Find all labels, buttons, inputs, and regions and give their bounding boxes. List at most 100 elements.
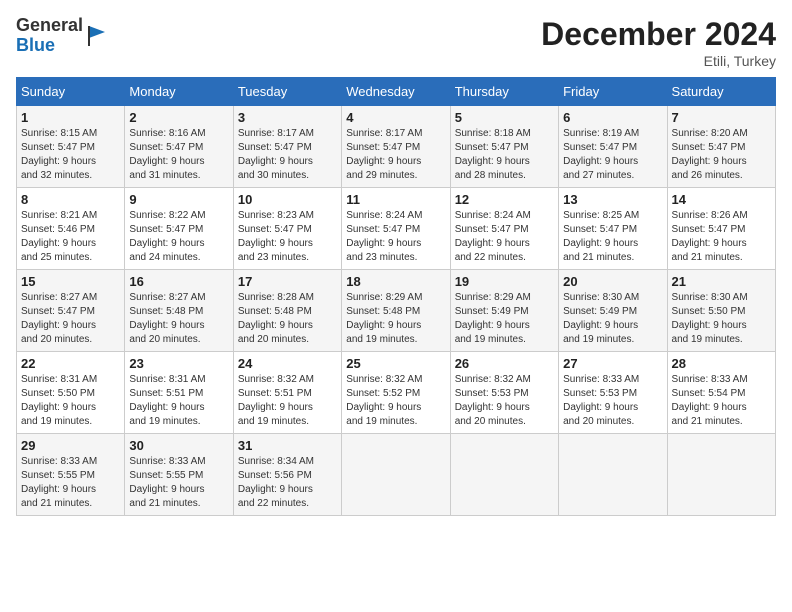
day-info: Sunrise: 8:22 AMSunset: 5:47 PMDaylight:…	[129, 209, 228, 265]
calendar-day-cell: 31Sunrise: 8:34 AMSunset: 5:56 PMDayligh…	[233, 434, 341, 516]
day-number: 5	[455, 110, 554, 125]
location-label: Etili, Turkey	[541, 53, 776, 69]
calendar-day-cell: 23 Sunrise: 8:31 AMSunset: 5:51 PMDayligh…	[125, 352, 233, 434]
calendar-day-cell: 30Sunrise: 8:33 AMSunset: 5:55 PMDayligh…	[125, 434, 233, 516]
day-info: Sunrise: 8:32 AMSunset: 5:51 PMDaylight:…	[238, 373, 337, 429]
month-year-title: December 2024	[541, 16, 776, 53]
calendar-day-cell: 15 Sunrise: 8:27 AMSunset: 5:47 PMDayligh…	[17, 270, 125, 352]
column-header-monday: Monday	[125, 78, 233, 106]
day-number: 11	[346, 192, 445, 207]
title-block: December 2024 Etili, Turkey	[541, 16, 776, 69]
calendar-day-cell: 18 Sunrise: 8:29 AMSunset: 5:48 PMDayligh…	[342, 270, 450, 352]
day-number: 28	[672, 356, 771, 371]
day-number: 4	[346, 110, 445, 125]
calendar-day-cell: 6Sunrise: 8:19 AMSunset: 5:47 PMDaylight…	[559, 106, 667, 188]
calendar-day-cell: 8Sunrise: 8:21 AMSunset: 5:46 PMDaylight…	[17, 188, 125, 270]
day-number: 24	[238, 356, 337, 371]
calendar-day-cell: 14 Sunrise: 8:26 AMSunset: 5:47 PMDayligh…	[667, 188, 775, 270]
day-number: 19	[455, 274, 554, 289]
day-info: Sunrise: 8:20 AMSunset: 5:47 PMDaylight:…	[672, 127, 771, 183]
day-number: 14	[672, 192, 771, 207]
column-header-sunday: Sunday	[17, 78, 125, 106]
calendar-day-cell: 1 Sunrise: 8:15 AMSunset: 5:47 PMDaylight…	[17, 106, 125, 188]
day-info: Sunrise: 8:17 AMSunset: 5:47 PMDaylight:…	[238, 127, 337, 183]
day-info: Sunrise: 8:33 AMSunset: 5:53 PMDaylight:…	[563, 373, 662, 429]
calendar-day-cell: 13Sunrise: 8:25 AMSunset: 5:47 PMDayligh…	[559, 188, 667, 270]
calendar-day-cell: 29Sunrise: 8:33 AMSunset: 5:55 PMDayligh…	[17, 434, 125, 516]
logo-text-block: General Blue	[16, 16, 109, 56]
day-info: Sunrise: 8:26 AMSunset: 5:47 PMDaylight:…	[672, 209, 771, 265]
day-info: Sunrise: 8:30 AMSunset: 5:50 PMDaylight:…	[672, 291, 771, 347]
calendar-week-row: 8Sunrise: 8:21 AMSunset: 5:46 PMDaylight…	[17, 188, 776, 270]
day-number: 6	[563, 110, 662, 125]
column-header-tuesday: Tuesday	[233, 78, 341, 106]
calendar-day-cell: 5 Sunrise: 8:18 AMSunset: 5:47 PMDaylight…	[450, 106, 558, 188]
calendar-day-cell	[667, 434, 775, 516]
day-number: 20	[563, 274, 662, 289]
day-number: 17	[238, 274, 337, 289]
calendar-day-cell: 21 Sunrise: 8:30 AMSunset: 5:50 PMDayligh…	[667, 270, 775, 352]
day-number: 26	[455, 356, 554, 371]
calendar-day-cell: 28 Sunrise: 8:33 AMSunset: 5:54 PMDayligh…	[667, 352, 775, 434]
day-number: 16	[129, 274, 228, 289]
day-info: Sunrise: 8:32 AMSunset: 5:52 PMDaylight:…	[346, 373, 445, 429]
calendar-day-cell: 24 Sunrise: 8:32 AMSunset: 5:51 PMDayligh…	[233, 352, 341, 434]
day-number: 23	[129, 356, 228, 371]
day-number: 22	[21, 356, 120, 371]
calendar-week-row: 15 Sunrise: 8:27 AMSunset: 5:47 PMDayligh…	[17, 270, 776, 352]
calendar-day-cell: 17Sunrise: 8:28 AMSunset: 5:48 PMDayligh…	[233, 270, 341, 352]
day-number: 2	[129, 110, 228, 125]
day-info: Sunrise: 8:18 AMSunset: 5:47 PMDaylight:…	[455, 127, 554, 183]
calendar-day-cell: 7 Sunrise: 8:20 AMSunset: 5:47 PMDaylight…	[667, 106, 775, 188]
calendar-day-cell	[450, 434, 558, 516]
header-row: SundayMondayTuesdayWednesdayThursdayFrid…	[17, 78, 776, 106]
calendar-table: SundayMondayTuesdayWednesdayThursdayFrid…	[16, 77, 776, 516]
calendar-day-cell: 11 Sunrise: 8:24 AMSunset: 5:47 PMDayligh…	[342, 188, 450, 270]
logo: General Blue	[16, 16, 109, 56]
day-number: 30	[129, 438, 228, 453]
day-info: Sunrise: 8:32 AMSunset: 5:53 PMDaylight:…	[455, 373, 554, 429]
day-info: Sunrise: 8:24 AMSunset: 5:47 PMDaylight:…	[346, 209, 445, 265]
day-info: Sunrise: 8:29 AMSunset: 5:49 PMDaylight:…	[455, 291, 554, 347]
page-header: General Blue December 2024 Etili, Turkey	[16, 16, 776, 69]
day-info: Sunrise: 8:27 AMSunset: 5:48 PMDaylight:…	[129, 291, 228, 347]
day-number: 15	[21, 274, 120, 289]
day-number: 1	[21, 110, 120, 125]
calendar-body: 1 Sunrise: 8:15 AMSunset: 5:47 PMDaylight…	[17, 106, 776, 516]
day-number: 3	[238, 110, 337, 125]
column-header-thursday: Thursday	[450, 78, 558, 106]
day-number: 31	[238, 438, 337, 453]
logo-general: General	[16, 15, 83, 35]
column-header-saturday: Saturday	[667, 78, 775, 106]
calendar-day-cell: 2 Sunrise: 8:16 AMSunset: 5:47 PMDaylight…	[125, 106, 233, 188]
day-info: Sunrise: 8:16 AMSunset: 5:47 PMDaylight:…	[129, 127, 228, 183]
logo-blue: Blue	[16, 35, 55, 55]
day-number: 9	[129, 192, 228, 207]
calendar-day-cell: 9 Sunrise: 8:22 AMSunset: 5:47 PMDaylight…	[125, 188, 233, 270]
calendar-week-row: 29Sunrise: 8:33 AMSunset: 5:55 PMDayligh…	[17, 434, 776, 516]
calendar-day-cell: 10 Sunrise: 8:23 AMSunset: 5:47 PMDayligh…	[233, 188, 341, 270]
calendar-header: SundayMondayTuesdayWednesdayThursdayFrid…	[17, 78, 776, 106]
calendar-day-cell: 26 Sunrise: 8:32 AMSunset: 5:53 PMDayligh…	[450, 352, 558, 434]
calendar-day-cell: 3 Sunrise: 8:17 AMSunset: 5:47 PMDaylight…	[233, 106, 341, 188]
day-info: Sunrise: 8:31 AMSunset: 5:51 PMDaylight:…	[129, 373, 228, 429]
calendar-day-cell: 27Sunrise: 8:33 AMSunset: 5:53 PMDayligh…	[559, 352, 667, 434]
calendar-day-cell: 22 Sunrise: 8:31 AMSunset: 5:50 PMDayligh…	[17, 352, 125, 434]
day-info: Sunrise: 8:29 AMSunset: 5:48 PMDaylight:…	[346, 291, 445, 347]
logo-flag-icon	[85, 24, 109, 48]
day-number: 10	[238, 192, 337, 207]
day-number: 18	[346, 274, 445, 289]
column-header-wednesday: Wednesday	[342, 78, 450, 106]
day-info: Sunrise: 8:15 AMSunset: 5:47 PMDaylight:…	[21, 127, 120, 183]
day-info: Sunrise: 8:23 AMSunset: 5:47 PMDaylight:…	[238, 209, 337, 265]
day-info: Sunrise: 8:17 AMSunset: 5:47 PMDaylight:…	[346, 127, 445, 183]
day-info: Sunrise: 8:31 AMSunset: 5:50 PMDaylight:…	[21, 373, 120, 429]
day-info: Sunrise: 8:25 AMSunset: 5:47 PMDaylight:…	[563, 209, 662, 265]
day-info: Sunrise: 8:27 AMSunset: 5:47 PMDaylight:…	[21, 291, 120, 347]
calendar-day-cell: 4 Sunrise: 8:17 AMSunset: 5:47 PMDaylight…	[342, 106, 450, 188]
day-info: Sunrise: 8:33 AMSunset: 5:55 PMDaylight:…	[21, 455, 120, 511]
day-info: Sunrise: 8:33 AMSunset: 5:54 PMDaylight:…	[672, 373, 771, 429]
day-number: 7	[672, 110, 771, 125]
day-number: 21	[672, 274, 771, 289]
calendar-day-cell	[559, 434, 667, 516]
